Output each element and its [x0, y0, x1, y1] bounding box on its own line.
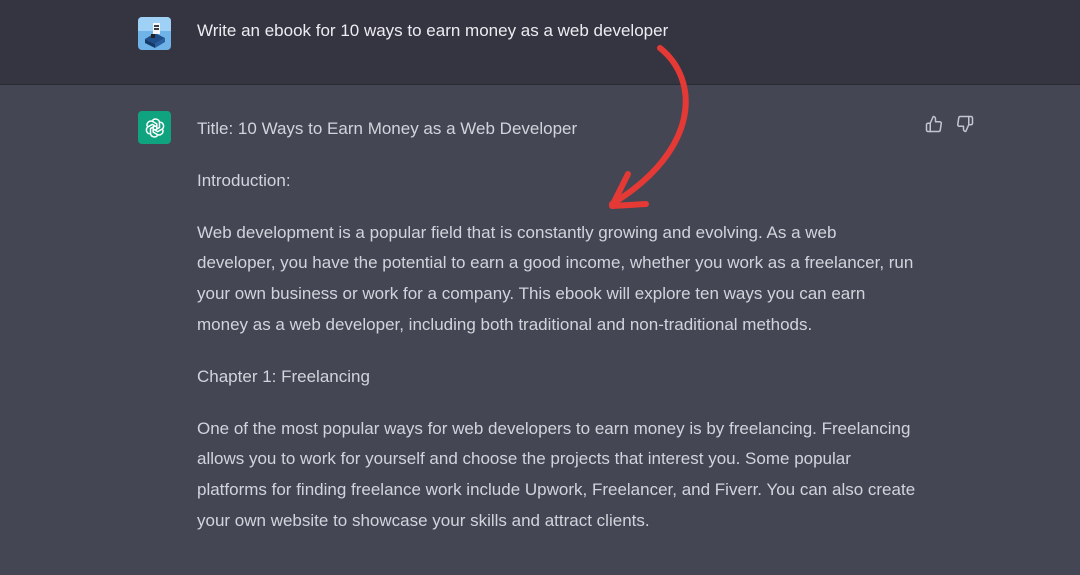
response-paragraph-introduction: Web development is a popular field that … — [197, 222, 914, 334]
response-title: Title: 10 Ways to Earn Money as a Web De… — [197, 119, 578, 138]
response-paragraph-chapter-1: One of the most popular ways for web dev… — [197, 418, 916, 530]
user-avatar-icon — [138, 17, 171, 50]
openai-logo-icon — [138, 111, 171, 144]
user-prompt-text: Write an ebook for 10 ways to earn money… — [197, 21, 669, 40]
assistant-response: Title: 10 Ways to Earn Money as a Web De… — [197, 114, 917, 558]
thumbs-up-icon — [925, 115, 942, 133]
thumbs-down-icon — [957, 115, 974, 133]
response-heading-chapter-1: Chapter 1: Freelancing — [197, 366, 370, 386]
user-message-row: Write an ebook for 10 ways to earn money… — [0, 0, 1080, 85]
response-heading-introduction: Introduction: — [197, 170, 291, 190]
thumbs-down-button[interactable] — [955, 114, 975, 134]
thumbs-up-button[interactable] — [924, 114, 944, 134]
